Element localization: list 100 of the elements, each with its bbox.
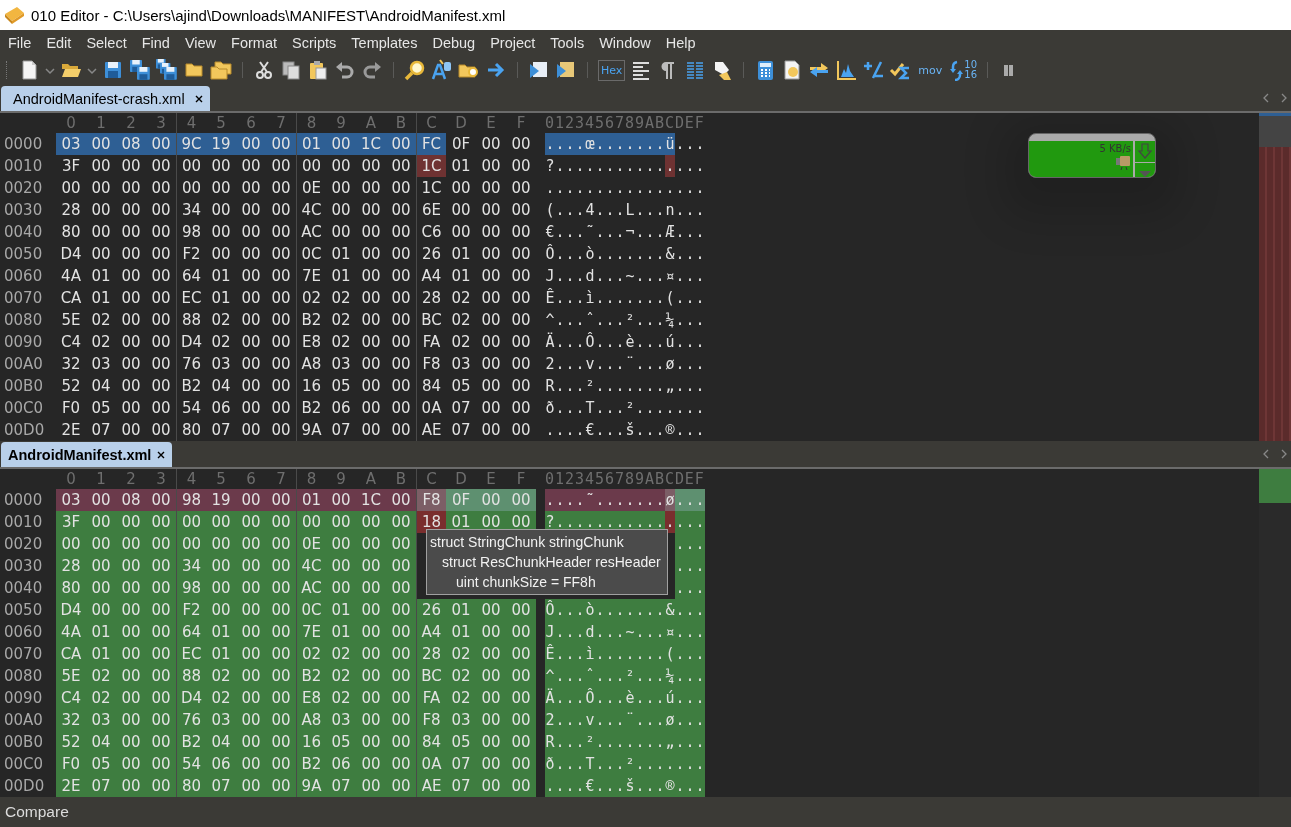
chevron-left-icon[interactable] — [1261, 448, 1271, 460]
hex-byte: 00 — [450, 222, 472, 243]
paste-icon[interactable] — [307, 59, 329, 81]
menu-item[interactable]: Templates — [343, 32, 425, 53]
column-header: 9 — [335, 113, 347, 133]
menu-item[interactable]: Window — [591, 32, 658, 53]
hex-byte: 00 — [146, 643, 176, 665]
row-offset: 00A0 — [3, 354, 44, 375]
hex-byte: 06 — [330, 398, 352, 419]
cut-icon[interactable] — [253, 59, 275, 81]
menu-item[interactable]: Project — [482, 32, 543, 53]
hex-byte: 03 — [56, 489, 86, 511]
hex-byte: 00 — [480, 376, 502, 397]
ascii-text: ....€...š...®... — [545, 775, 705, 797]
hex-byte: E8 — [296, 687, 326, 709]
menu-item[interactable]: Edit — [38, 32, 79, 53]
download-arrow-icon[interactable] — [1135, 141, 1155, 162]
hex-byte: 00 — [476, 775, 506, 797]
hex-byte: A4 — [416, 621, 446, 643]
hex-byte: 06 — [210, 398, 232, 419]
hex-byte: 03 — [56, 133, 86, 155]
redo-icon[interactable] — [361, 59, 383, 81]
hex-byte: 00 — [146, 621, 176, 643]
mov-button[interactable]: mov — [916, 63, 945, 77]
ascii-text: J...d...~...¤... — [545, 266, 705, 287]
two-floppy-disks-icon[interactable] — [129, 59, 151, 81]
hex-byte: 02 — [450, 288, 472, 309]
run-template-icon[interactable] — [555, 59, 577, 81]
hex-byte: 00 — [266, 555, 296, 577]
two-folders-icon[interactable] — [210, 59, 232, 81]
close-icon[interactable] — [193, 93, 204, 104]
hex-byte: 00 — [510, 310, 532, 331]
hex-byte: 02 — [210, 332, 232, 353]
copy-icon[interactable] — [280, 59, 302, 81]
hex-byte: 02 — [86, 687, 116, 709]
chevron-right-icon[interactable] — [1279, 448, 1289, 460]
column-header: F — [515, 469, 527, 489]
hex-byte: 01 — [296, 133, 326, 155]
hex-byte: 00 — [176, 155, 206, 177]
menu-item[interactable]: Select — [78, 32, 134, 53]
chevron-right-icon[interactable] — [1279, 92, 1289, 104]
hex-byte: 00 — [206, 511, 236, 533]
plus-minus-icon[interactable] — [862, 59, 885, 81]
row-offset: 0080 — [3, 666, 44, 687]
hex-byte: 19 — [206, 489, 236, 511]
hex-mode-button[interactable]: Hex — [598, 59, 626, 81]
hex-byte: 00 — [236, 511, 266, 533]
menu-item[interactable]: View — [176, 32, 224, 53]
hex-byte: 00 — [356, 665, 386, 687]
menu-item[interactable]: Tools — [542, 32, 592, 53]
hex-byte: 00 — [266, 599, 296, 621]
menu-item[interactable]: Help — [657, 32, 703, 53]
hex-byte: 00 — [506, 687, 536, 709]
close-icon[interactable] — [156, 449, 167, 460]
hex-byte: 00 — [476, 753, 506, 775]
hex-byte: 16 — [296, 731, 326, 753]
hex-byte: 00 — [266, 775, 296, 797]
hex-byte: 00 — [510, 200, 532, 221]
hex-byte: 01 — [90, 288, 112, 309]
three-floppy-disks-icon[interactable] — [156, 59, 178, 81]
hex-byte: 01 — [446, 599, 476, 621]
column-header: D — [454, 469, 468, 489]
run-script-icon[interactable] — [528, 59, 550, 81]
hex-byte: 00 — [510, 266, 532, 287]
hex-byte: 00 — [210, 156, 232, 177]
chevron-left-icon[interactable] — [1261, 92, 1271, 104]
hex-byte: 32 — [56, 709, 86, 731]
file-tab[interactable]: AndroidManifest-crash.xml — [1, 86, 210, 111]
hex-byte: AE — [416, 775, 446, 797]
hex-byte: 00 — [386, 665, 416, 687]
file-tab[interactable]: AndroidManifest.xml — [1, 442, 173, 467]
replace-icon[interactable] — [431, 59, 453, 81]
hex-byte: 00 — [356, 511, 386, 533]
base-convert-button[interactable]: 10 16 — [949, 59, 978, 81]
hex-byte: 28 — [416, 643, 446, 665]
menu-item[interactable]: Format — [223, 32, 284, 53]
row-offset: 0000 — [3, 134, 44, 155]
hex-byte: 2E — [60, 420, 82, 441]
row-offset: 00C0 — [3, 754, 45, 775]
hex-byte: 26 — [416, 243, 446, 265]
row-offset: 0040 — [3, 222, 44, 243]
row-offset: 00D0 — [3, 776, 46, 797]
hex-byte: 00 — [116, 555, 146, 577]
curved-arrows-icon — [949, 59, 964, 81]
menu-item[interactable]: Find — [133, 32, 177, 53]
histogram-icon[interactable] — [835, 59, 858, 81]
menu-item[interactable]: Debug — [424, 32, 483, 53]
hex-byte: 3F — [56, 511, 86, 533]
hex-byte: 64 — [176, 621, 206, 643]
hex-byte: 02 — [206, 665, 236, 687]
menu-item[interactable]: Scripts — [284, 32, 344, 53]
menu-item[interactable]: File — [0, 32, 39, 53]
column-header: 2 — [125, 469, 137, 489]
ascii-text: ð...T...²....... — [545, 753, 705, 775]
hex-byte: 00 — [120, 332, 142, 353]
overview-bar[interactable] — [1259, 469, 1291, 797]
search-icon[interactable] — [404, 59, 426, 81]
undo-icon[interactable] — [334, 59, 356, 81]
hex-byte: 00 — [236, 753, 266, 775]
hex-byte: 00 — [146, 775, 176, 797]
